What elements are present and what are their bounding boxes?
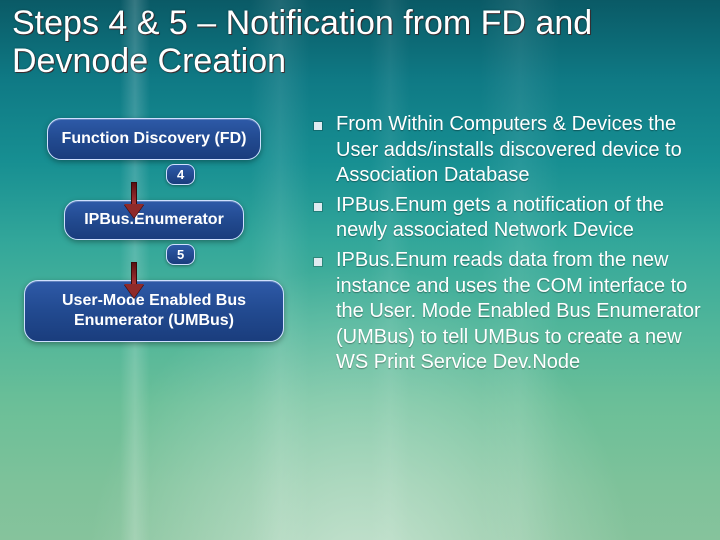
arrow-step-5: 5 (134, 240, 174, 280)
node-ipbus-enumerator: IPBus.Enumerator (64, 200, 244, 240)
page-title: Steps 4 & 5 – Notification from FD and D… (12, 4, 700, 80)
bullet-list: From Within Computers & Devices the User… (310, 112, 702, 380)
step-badge-5: 5 (166, 244, 195, 265)
list-item: IPBus.Enum reads data from the new insta… (310, 248, 702, 376)
list-item: From Within Computers & Devices the User… (310, 112, 702, 189)
list-item: IPBus.Enum gets a notification of the ne… (310, 193, 702, 244)
arrow-step-4: 4 (134, 160, 174, 200)
flow-diagram: Function Discovery (FD) 4 IPBus.Enumerat… (24, 118, 284, 342)
slide: Steps 4 & 5 – Notification from FD and D… (0, 0, 720, 540)
step-badge-4: 4 (166, 164, 195, 185)
node-function-discovery: Function Discovery (FD) (47, 118, 262, 160)
node-umbus: User-Mode Enabled Bus Enumerator (UMBus) (24, 280, 284, 342)
